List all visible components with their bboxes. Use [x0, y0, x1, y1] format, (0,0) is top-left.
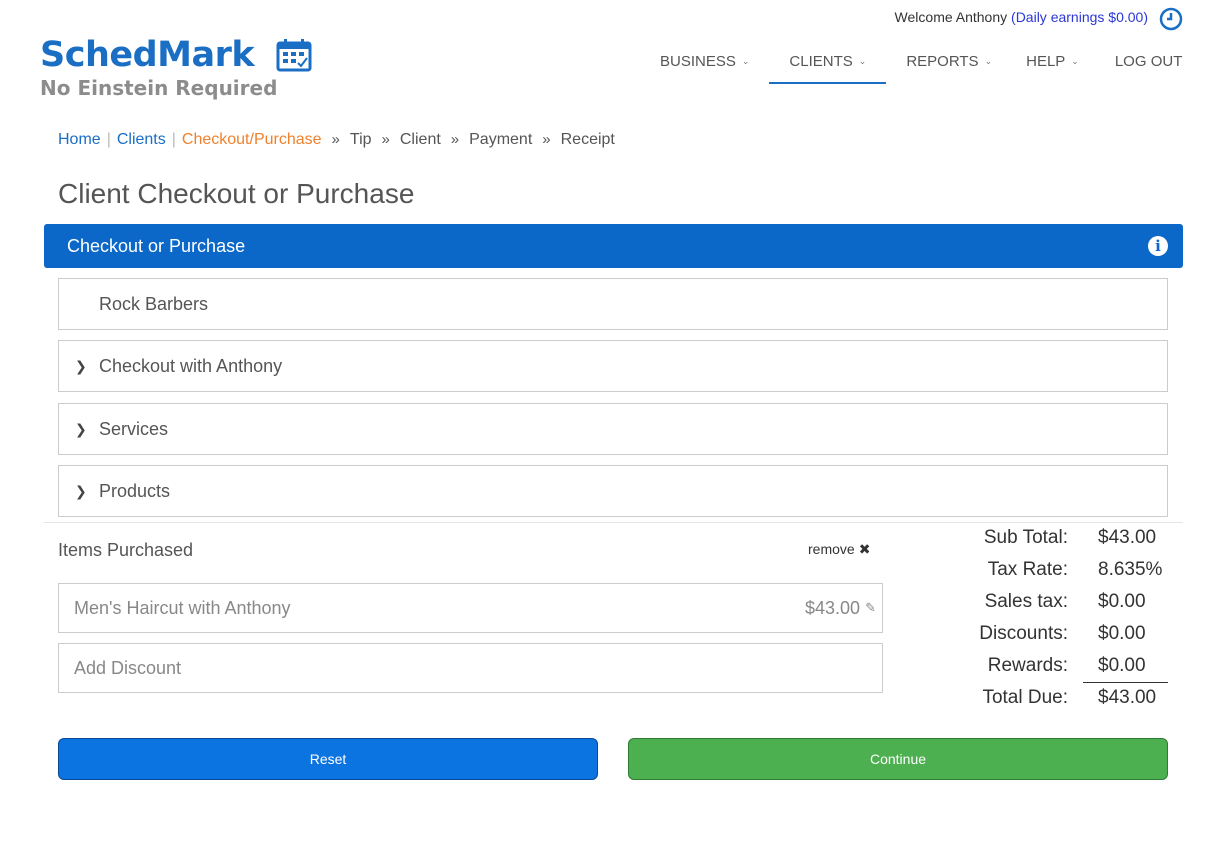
items-purchased-label: Items Purchased: [58, 540, 194, 560]
checkout-with-label: Checkout with Anthony: [99, 356, 283, 376]
subtotal-label: Sub Total:: [983, 527, 1068, 548]
remove-label: remove: [808, 541, 855, 557]
double-chevron-right-icon: »: [381, 131, 390, 148]
main-nav: BUSINESS ⌄ CLIENTS ⌄ REPORTS ⌄ HELP ⌄ LOG OU…: [650, 40, 1192, 84]
double-chevron-right-icon: »: [542, 131, 551, 148]
total-due-row: Total Due: $43.00: [900, 683, 1180, 715]
info-icon[interactable]: i: [1148, 236, 1168, 256]
panel-title: Checkout or Purchase: [67, 236, 246, 256]
step-tip: Tip: [349, 131, 372, 148]
welcome-bar: Welcome Anthony (Daily earnings $0.00): [895, 9, 1148, 25]
products-section[interactable]: ❯ Products: [58, 465, 1168, 517]
purchased-item[interactable]: Men's Haircut with Anthony $43.00 ✎: [58, 583, 883, 633]
chevron-down-icon: ❯: [75, 483, 87, 499]
chevron-down-icon: ❯: [75, 421, 87, 437]
welcome-text: Welcome Anthony: [894, 9, 1008, 25]
page-title: Client Checkout or Purchase: [58, 178, 415, 209]
checkout-with-section[interactable]: ❯ Checkout with Anthony: [58, 340, 1168, 392]
step-payment: Payment: [469, 131, 533, 148]
panel-header: Checkout or Purchase i: [44, 224, 1183, 268]
breadcrumb-clients[interactable]: Clients: [117, 131, 166, 148]
tax-rate-row: Tax Rate: 8.635%: [900, 555, 1180, 587]
breadcrumb-home[interactable]: Home: [58, 131, 101, 148]
business-name: Rock Barbers: [99, 294, 209, 314]
sales-tax-value: $0.00: [1098, 591, 1146, 612]
clock-icon[interactable]: [1159, 7, 1183, 31]
step-client: Client: [399, 131, 441, 148]
nav-business-label: BUSINESS: [660, 53, 736, 70]
nav-business[interactable]: BUSINESS ⌄: [650, 40, 759, 84]
services-section[interactable]: ❯ Services: [58, 403, 1168, 455]
discounts-label: Discounts:: [979, 623, 1068, 644]
nav-reports[interactable]: REPORTS ⌄: [896, 40, 1002, 84]
sales-tax-label: Sales tax:: [984, 591, 1068, 612]
discounts-value: $0.00: [1098, 623, 1146, 644]
close-icon: ✖: [858, 541, 871, 557]
logo[interactable]: SchedMark No Einstein Required: [40, 35, 312, 100]
tax-rate-label: Tax Rate:: [987, 559, 1068, 580]
total-due-value: $43.00: [1098, 687, 1157, 708]
total-due-label: Total Due:: [982, 687, 1068, 708]
breadcrumb: Home | Clients | Checkout/Purchase » Tip » Clien…: [58, 131, 615, 149]
double-chevron-right-icon: »: [331, 131, 340, 148]
totals-summary: Sub Total: $43.00 Tax Rate: 8.635% Sales…: [900, 523, 1180, 715]
breadcrumb-current: Checkout/Purchase: [181, 131, 322, 148]
business-name-row: Rock Barbers: [58, 278, 1168, 330]
pencil-icon[interactable]: ✎: [865, 584, 876, 632]
rewards-row: Rewards: $0.00: [900, 651, 1180, 683]
nav-logout[interactable]: LOG OUT: [1105, 40, 1193, 84]
discounts-row: Discounts: $0.00: [900, 619, 1180, 651]
sales-tax-row: Sales tax: $0.00: [900, 587, 1180, 619]
logo-tagline: No Einstein Required: [40, 76, 278, 100]
rewards-value: $0.00: [1098, 655, 1146, 676]
daily-earnings-link[interactable]: (Daily earnings $0.00): [1011, 9, 1148, 25]
remove-button[interactable]: remove ✖: [808, 541, 870, 558]
continue-button[interactable]: Continue: [628, 738, 1168, 780]
chevron-down-icon: ⌄: [984, 56, 993, 66]
chevron-down-icon: ❯: [75, 358, 87, 374]
nav-help-label: HELP: [1026, 53, 1066, 70]
chevron-down-icon: ⌄: [741, 56, 750, 66]
subtotal-row: Sub Total: $43.00: [900, 523, 1180, 555]
add-discount-placeholder: Add Discount: [74, 658, 182, 678]
reset-button[interactable]: Reset: [58, 738, 598, 780]
tax-rate-value: 8.635%: [1098, 559, 1163, 580]
products-label: Products: [99, 481, 171, 501]
double-chevron-right-icon: »: [450, 131, 460, 148]
nav-reports-label: REPORTS: [906, 53, 979, 70]
nav-help[interactable]: HELP ⌄: [1016, 40, 1089, 84]
nav-clients[interactable]: CLIENTS ⌄: [769, 40, 887, 84]
add-discount-field[interactable]: Add Discount: [58, 643, 883, 693]
chevron-down-icon: ⌄: [1071, 56, 1079, 66]
nav-clients-label: CLIENTS: [789, 53, 853, 70]
calendar-icon: [276, 39, 312, 72]
step-receipt: Receipt: [560, 131, 615, 148]
breadcrumb-separator: |: [106, 131, 111, 148]
chevron-down-icon: ⌄: [858, 56, 867, 66]
subtotal-value: $43.00: [1098, 527, 1157, 548]
breadcrumb-separator: |: [171, 131, 176, 148]
services-label: Services: [99, 419, 169, 439]
rewards-label: Rewards:: [987, 655, 1068, 676]
nav-logout-label: LOG OUT: [1114, 53, 1183, 70]
item-price: $43.00: [804, 598, 860, 618]
item-name: Men's Haircut with Anthony: [74, 598, 291, 618]
logo-title: SchedMark: [40, 35, 255, 75]
